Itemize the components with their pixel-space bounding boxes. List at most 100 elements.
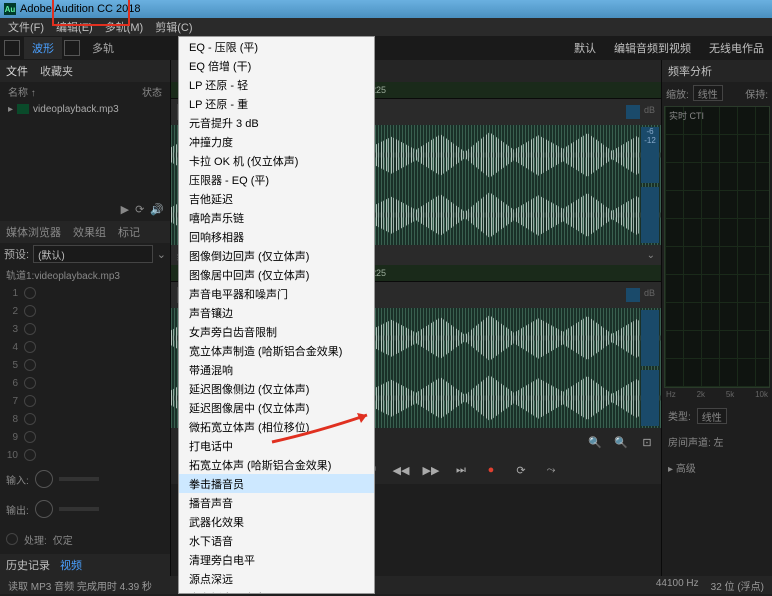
power-icon[interactable]: [24, 395, 36, 407]
tab-waveform[interactable]: 波形: [24, 37, 62, 59]
record-icon[interactable]: ●: [483, 462, 499, 478]
fx-slot[interactable]: 2: [4, 302, 166, 320]
input-slider[interactable]: [59, 477, 99, 481]
power-icon[interactable]: [24, 413, 36, 425]
dropdown-item[interactable]: 声音镶边: [179, 303, 374, 322]
dropdown-item[interactable]: 冲撞力度: [179, 132, 374, 151]
power-icon[interactable]: [24, 359, 36, 371]
zoom-out-icon[interactable]: 🔍: [613, 434, 629, 450]
tab-fx-rack[interactable]: 效果组: [67, 224, 112, 240]
dropdown-item[interactable]: 元音提升 3 dB: [179, 113, 374, 132]
chevron-down-icon[interactable]: ⌄: [647, 250, 655, 261]
power-icon[interactable]: [6, 533, 18, 545]
dropdown-item[interactable]: 延迟图像居中 (仅立体声): [179, 398, 374, 417]
type-dropdown[interactable]: 线性: [697, 408, 727, 424]
loop-icon[interactable]: ⟳: [513, 462, 529, 478]
menu-clip[interactable]: 剪辑(C): [155, 19, 192, 35]
zoom-in-icon[interactable]: 🔍: [587, 434, 603, 450]
power-icon[interactable]: [24, 341, 36, 353]
dropdown-item[interactable]: 打电话中: [179, 436, 374, 455]
file-row[interactable]: ▸ videoplayback.mp3: [0, 100, 170, 118]
fx-slot[interactable]: 9: [4, 428, 166, 446]
dropdown-item[interactable]: 卡拉 OK 机 (仅立体声): [179, 151, 374, 170]
power-icon[interactable]: [24, 305, 36, 317]
dropdown-item[interactable]: 带通混响: [179, 360, 374, 379]
col-name[interactable]: 名称 ↑: [8, 84, 36, 99]
forward-icon[interactable]: ▶▶: [423, 462, 439, 478]
preset-row: 预设: (默认) ⌄: [0, 243, 170, 265]
fx-slot[interactable]: 6: [4, 374, 166, 392]
zoom-fit-icon[interactable]: ⊡: [639, 434, 655, 450]
tab-multitrack[interactable]: 多轨: [84, 37, 122, 59]
waveform-icon[interactable]: [4, 40, 20, 56]
output-knob[interactable]: [35, 500, 53, 518]
fx-slot[interactable]: 7: [4, 392, 166, 410]
dropdown-item[interactable]: 延迟图像侧边 (仅立体声): [179, 379, 374, 398]
multitrack-icon[interactable]: [64, 40, 80, 56]
fx-slot[interactable]: 8: [4, 410, 166, 428]
menu-multitrack[interactable]: 多轨(M): [105, 19, 144, 35]
fx-slot[interactable]: 4: [4, 338, 166, 356]
workspace-default[interactable]: 默认: [574, 40, 596, 56]
advanced-toggle[interactable]: ▸ 高级: [668, 460, 696, 478]
fx-slot[interactable]: 5: [4, 356, 166, 374]
dropdown-item[interactable]: LP 还原 - 重: [179, 94, 374, 113]
volume-icon[interactable]: 🔊: [150, 203, 164, 216]
fx-slot[interactable]: 10: [4, 446, 166, 464]
dropdown-item[interactable]: 拓宽立体声 (哈斯铝合金效果): [179, 455, 374, 474]
skip-fwd-icon[interactable]: ⏭: [453, 462, 469, 478]
preset-dropdown[interactable]: (默认): [33, 245, 153, 263]
preset-dropdown-menu[interactable]: EQ - 压限 (平)EQ 倍增 (干)LP 还原 - 轻LP 还原 - 重元音…: [178, 36, 375, 594]
dropdown-item[interactable]: 源点深远: [179, 569, 374, 588]
dropdown-item[interactable]: 压限器 - EQ (平): [179, 170, 374, 189]
output-slider[interactable]: [59, 507, 99, 511]
rewind-icon[interactable]: ◀◀: [393, 462, 409, 478]
tab-favorites[interactable]: 收藏夹: [40, 63, 73, 79]
dropdown-item[interactable]: 清理旁白电平: [179, 550, 374, 569]
col-status[interactable]: 状态: [142, 84, 162, 99]
play-icon[interactable]: ▶: [121, 203, 129, 216]
tab-media-browser[interactable]: 媒体浏览器: [0, 224, 67, 240]
power-icon[interactable]: [24, 323, 36, 335]
meter-icon[interactable]: [626, 288, 640, 302]
dropdown-item[interactable]: 回响移相器: [179, 227, 374, 246]
dropdown-item[interactable]: 宽立体声制造 (哈斯铝合金效果): [179, 341, 374, 360]
scale-dropdown[interactable]: 线性: [693, 85, 723, 101]
dropdown-item[interactable]: 播音声音: [179, 493, 374, 512]
dropdown-item[interactable]: 图像倒边回声 (仅立体声): [179, 246, 374, 265]
power-icon[interactable]: [24, 287, 36, 299]
dropdown-item[interactable]: 水下语音: [179, 531, 374, 550]
dropdown-item[interactable]: LP 还原 - 轻: [179, 75, 374, 94]
dropdown-item[interactable]: 武器化效果: [179, 512, 374, 531]
dropdown-item[interactable]: EQ - 压限 (平): [179, 37, 374, 56]
fx-slot[interactable]: 1: [4, 284, 166, 302]
tab-history[interactable]: 历史记录: [6, 557, 50, 573]
menu-file[interactable]: 文件(F): [8, 19, 44, 35]
meter-icon[interactable]: [626, 105, 640, 119]
expand-icon[interactable]: ▸: [8, 104, 13, 115]
dropdown-item[interactable]: 吉他延迟: [179, 189, 374, 208]
skip-icon[interactable]: ⤳: [543, 462, 559, 478]
dropdown-item[interactable]: 电台播音员声音: [179, 588, 374, 594]
power-icon[interactable]: [24, 377, 36, 389]
dropdown-item[interactable]: 女声旁白齿音限制: [179, 322, 374, 341]
dropdown-item[interactable]: 微拓宽立体声 (相位移位): [179, 417, 374, 436]
dropdown-item[interactable]: 声音电平器和噪声门: [179, 284, 374, 303]
menu-edit[interactable]: 编辑(E): [56, 19, 93, 35]
dropdown-item[interactable]: EQ 倍增 (干): [179, 56, 374, 75]
dropdown-item[interactable]: 图像居中回声 (仅立体声): [179, 265, 374, 284]
tab-files[interactable]: 文件: [6, 63, 28, 79]
tab-markers[interactable]: 标记: [112, 224, 146, 240]
workspace-edit-audio[interactable]: 编辑音频到视频: [614, 40, 691, 56]
dropdown-item[interactable]: 嘻哈声乐链: [179, 208, 374, 227]
dropdown-item[interactable]: 拳击播音员: [179, 474, 374, 493]
tab-video[interactable]: 视频: [60, 557, 82, 573]
fx-slot[interactable]: 3: [4, 320, 166, 338]
chevron-down-icon[interactable]: ⌄: [157, 248, 166, 261]
workspace-radio[interactable]: 无线电作品: [709, 40, 764, 56]
loop-icon[interactable]: ⟳: [135, 203, 144, 216]
power-icon[interactable]: [24, 449, 36, 461]
spectrum-display[interactable]: 实时 CTI: [664, 106, 770, 388]
input-knob[interactable]: [35, 470, 53, 488]
power-icon[interactable]: [24, 431, 36, 443]
